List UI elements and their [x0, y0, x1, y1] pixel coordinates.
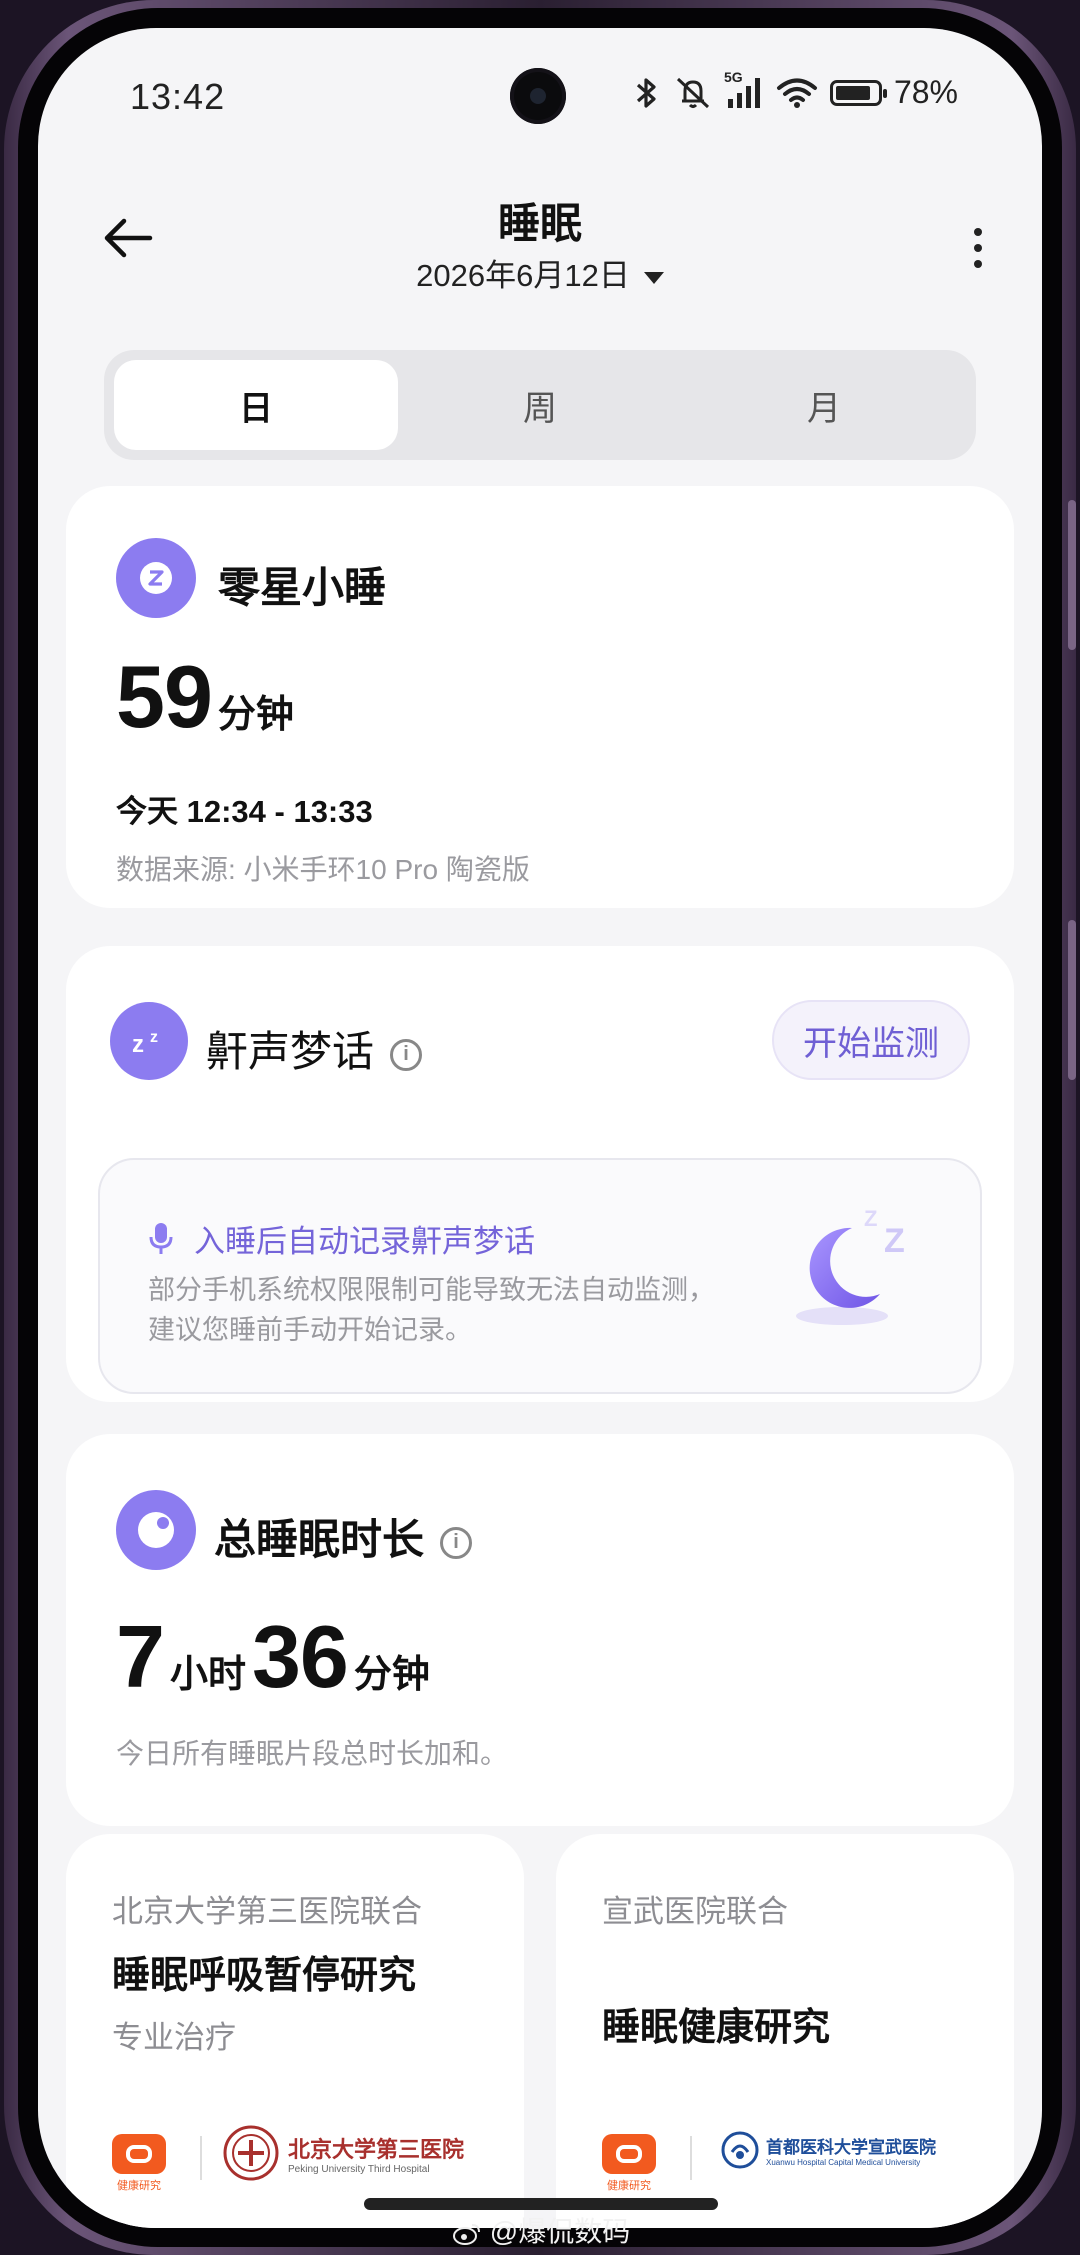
study-card-sleep-health[interactable]: 宣武医院联合 睡眠健康研究 健康研究 首都医科大学宣武医院 Xuanwu Hos… — [556, 1834, 1014, 2228]
period-tabs: 日 周 月 — [104, 350, 976, 460]
status-bar: 13:42 5G 78% — [38, 28, 1042, 168]
side-button — [1068, 920, 1076, 1080]
watermark-text: @爆侃数码 — [489, 2216, 631, 2247]
caret-down-icon — [643, 271, 664, 284]
nap-card[interactable]: 零星小睡 59 分钟 今天 12:34 - 13:33 数据来源: 小米手环10 … — [66, 486, 1014, 908]
snore-icon: zz — [110, 1002, 188, 1080]
nap-icon — [116, 538, 196, 618]
badge-label: 健康研究 — [117, 2180, 161, 2192]
network-type: 5G — [723, 68, 743, 85]
side-button — [1068, 500, 1076, 650]
study-title: 睡眠健康研究 — [602, 2007, 831, 2049]
hours-unit: 小时 — [169, 1654, 246, 1696]
study-title: 睡眠呼吸暂停研究 — [112, 1955, 417, 1997]
snore-card: zz 鼾声梦话 i 开始监测 入睡后自动记录鼾声梦话 部分手机系统权限限制可能导致… — [66, 946, 1014, 1402]
notice-line-2: 建议您睡前手动开始记录。 — [148, 1315, 472, 1345]
date-picker[interactable]: 2026年6月12日 — [38, 250, 1042, 295]
study-subtitle: 专业治疗 — [112, 2020, 236, 2055]
hours-value: 7 — [116, 1607, 165, 1706]
auto-record-notice: 入睡后自动记录鼾声梦话 部分手机系统权限限制可能导致无法自动监测， 建议您睡前手… — [98, 1158, 982, 1394]
svg-text:Z: Z — [884, 1222, 905, 1260]
study-partner: 北京大学第三医院联合 — [112, 1894, 422, 1929]
notice-title: 入睡后自动记录鼾声梦话 — [194, 1224, 535, 1259]
tab-month[interactable]: 月 — [682, 360, 966, 450]
divider — [690, 2136, 692, 2180]
notice-title-row: 入睡后自动记录鼾声梦话 — [148, 1216, 535, 1261]
nap-time-range: 今天 12:34 - 13:33 — [116, 794, 373, 829]
mute-bell-icon — [674, 75, 712, 111]
nap-duration-value: 59 — [116, 647, 213, 746]
info-icon[interactable]: i — [440, 1526, 473, 1559]
hospital-name: 首都医科大学宣武医院 — [766, 2138, 936, 2157]
battery-icon — [829, 79, 887, 106]
home-indicator[interactable] — [364, 2198, 718, 2210]
info-icon[interactable]: i — [390, 1038, 423, 1071]
total-sleep-icon — [116, 1490, 196, 1570]
badge-label: 健康研究 — [607, 2180, 651, 2192]
study-card-apnea[interactable]: 北京大学第三医院联合 睡眠呼吸暂停研究 专业治疗 健康研究 北京大学第三医院 P… — [66, 1834, 524, 2228]
nap-title: 零星小睡 — [218, 564, 387, 611]
dot — [974, 244, 982, 252]
svg-text:Z: Z — [864, 1206, 877, 1231]
nap-duration-unit: 分钟 — [217, 694, 294, 736]
total-sleep-title-text: 总睡眠时长 — [214, 1516, 425, 1563]
hospital-name-en: Peking University Third Hospital — [288, 2163, 430, 2175]
study-partner: 宣武医院联合 — [602, 1894, 788, 1929]
microphone-icon — [149, 1222, 173, 1254]
minutes-value: 36 — [251, 1607, 349, 1706]
hospital-name-en: Xuanwu Hospital Capital Medical Universi… — [766, 2158, 921, 2167]
hospital-logo: 首都医科大学宣武医院 Xuanwu Hospital Capital Medic… — [720, 2130, 936, 2170]
status-time: 13:42 — [130, 76, 226, 117]
start-monitoring-button[interactable]: 开始监测 — [772, 1000, 970, 1080]
total-sleep-title: 总睡眠时长 i — [214, 1506, 473, 1567]
total-sleep-note: 今日所有睡眠片段总时长加和。 — [116, 1738, 509, 1769]
notice-line-1: 部分手机系统权限限制可能导致无法自动监测， — [148, 1275, 715, 1305]
bluetooth-icon — [632, 75, 662, 111]
health-research-badge: 健康研究 — [110, 2134, 168, 2193]
date-label: 2026年6月12日 — [416, 258, 630, 293]
health-research-badge: 健康研究 — [600, 2134, 658, 2193]
hospital-logo: 北京大学第三医院 Peking University Third Hospita… — [222, 2124, 464, 2182]
weibo-icon — [453, 2223, 480, 2245]
snore-title-text: 鼾声梦话 — [206, 1028, 375, 1075]
hospital-emblem-icon — [223, 2125, 279, 2181]
health-research-logo-icon — [112, 2134, 166, 2174]
watermark: @爆侃数码 — [452, 2210, 630, 2250]
nap-source: 数据来源: 小米手环10 Pro 陶瓷版 — [116, 854, 530, 885]
total-sleep-duration: 7 小时36 分钟 — [116, 1606, 430, 1708]
page-title: 睡眠 — [497, 200, 582, 247]
tab-day[interactable]: 日 — [114, 360, 398, 450]
sleeping-moon-illustration: Z Z — [780, 1198, 930, 1338]
battery-percent: 78% — [893, 74, 958, 110]
cellular-signal-icon: 5G — [724, 69, 764, 111]
wifi-icon — [776, 76, 818, 110]
dot — [974, 228, 982, 236]
tab-week[interactable]: 周 — [398, 360, 682, 450]
minutes-unit: 分钟 — [353, 1654, 430, 1696]
nap-duration: 59 分钟 — [116, 646, 294, 748]
divider — [200, 2136, 202, 2180]
health-research-logo-icon — [602, 2134, 656, 2174]
screen: 13:42 5G 78% 睡眠 2026年6月12日 日 周 月 零星小睡 59… — [38, 28, 1042, 2228]
status-icons: 5G 78% — [632, 69, 958, 111]
phone-frame: 13:42 5G 78% 睡眠 2026年6月12日 日 周 月 零星小睡 59… — [4, 0, 1076, 2255]
front-camera — [510, 68, 566, 124]
hospital-emblem-icon — [721, 2131, 759, 2169]
dot — [974, 260, 982, 268]
total-sleep-card[interactable]: 总睡眠时长 i 7 小时36 分钟 今日所有睡眠片段总时长加和。 — [66, 1434, 1014, 1826]
svg-text:z: z — [132, 1031, 144, 1058]
hospital-name: 北京大学第三医院 — [288, 2136, 465, 2162]
more-options-button[interactable] — [958, 218, 998, 278]
snore-title: 鼾声梦话 i — [206, 1018, 423, 1079]
svg-text:z: z — [150, 1029, 158, 1046]
